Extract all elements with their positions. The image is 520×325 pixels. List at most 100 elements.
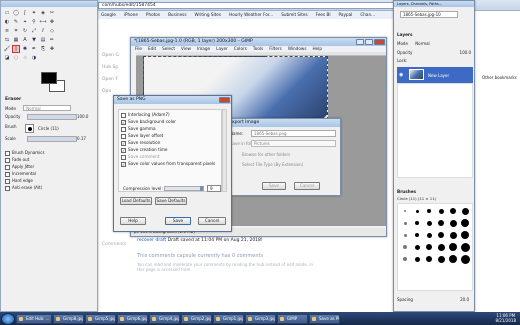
fuzzy-select-tool-icon[interactable]: ✦ [30,9,38,17]
checkbox[interactable] [5,164,10,170]
scale-tool-icon[interactable]: ⤢ [30,27,38,35]
tool-option[interactable]: Hard edge [5,177,95,184]
brush-swatch[interactable] [400,254,410,264]
brush-swatch[interactable] [412,254,422,264]
airbrush-tool-icon[interactable]: ✺ [21,45,29,53]
ink-tool-icon[interactable]: ✒ [30,45,38,53]
brush-swatch[interactable] [436,254,446,264]
taskbar-item[interactable]: Edit Hub: ... [16,313,52,324]
brush-grid[interactable] [397,203,473,291]
brush-swatch[interactable] [460,230,470,240]
brush-swatch[interactable] [436,218,446,228]
minimize-button[interactable] [356,39,364,45]
taskbar-item[interactable]: Gimp6.jpg [117,313,148,324]
export-name-field[interactable]: 1865-Sebas.png [251,130,336,137]
rect-select-tool-icon[interactable]: ▭ [3,9,11,17]
brush-swatch[interactable] [400,206,410,216]
mode-combo[interactable]: Normal [23,105,72,111]
brush-swatch[interactable] [448,218,458,228]
brush-swatch[interactable] [412,230,422,240]
color-picker-tool-icon[interactable]: ⌖ [21,18,29,26]
dodge-tool-icon[interactable]: ◑ [30,54,38,62]
blur-tool-icon[interactable]: ◌ [12,54,20,62]
brush-swatch[interactable] [424,206,434,216]
taskbar-item[interactable]: Gimp1.jpg [213,313,244,324]
brush-swatch[interactable] [400,230,410,240]
layers-opacity-value[interactable]: 100.0 [460,50,471,55]
eye-icon[interactable]: ◉ [399,72,403,78]
scissors-tool-icon[interactable]: ✂ [48,9,56,17]
png-option[interactable]: ✓ Save resolution [121,139,219,146]
checkbox[interactable] [121,154,126,160]
tool-option[interactable]: Fade out [5,156,95,163]
checkbox[interactable] [5,150,10,156]
checkbox[interactable] [5,157,10,163]
checkbox[interactable]: ✓ [121,147,126,153]
brush-swatch[interactable] [448,230,458,240]
bookmark-item[interactable]: Photos [146,11,160,19]
brush-swatch[interactable] [400,218,410,228]
checkbox[interactable] [5,178,10,184]
image-combo[interactable]: 1865-Sebas.jpg-10 [400,11,458,18]
color-select-tool-icon[interactable]: ◈ [39,9,47,17]
layers-mode-value[interactable]: Normal [415,41,429,46]
png-option[interactable]: ✓ Save background color [121,118,219,125]
zoom-tool-icon[interactable]: ⚲ [30,18,38,26]
brush-swatch[interactable] [412,206,422,216]
text-tool-icon[interactable]: A [21,36,29,44]
lasso-tool-icon[interactable]: ʃ [21,9,29,17]
close-button[interactable] [374,39,385,45]
checkbox[interactable]: ✓ [121,161,126,167]
checkbox[interactable] [5,171,10,177]
taskbar-item[interactable]: Gimp8.jpg [53,313,84,324]
tool-option[interactable]: Apply Jitter [5,163,95,170]
png-option[interactable]: ✓ Save color values from transparent pixe… [121,160,219,167]
layer-row[interactable]: ◉ New Layer [397,67,473,83]
ellipse-select-tool-icon[interactable]: ◯ [12,9,20,17]
foreground-color-swatch[interactable] [41,72,57,84]
shear-tool-icon[interactable]: ⫽ [39,27,47,35]
crop-tool-icon[interactable]: ⌗ [12,27,20,35]
perspective-clone-tool-icon[interactable]: ◪ [3,54,11,62]
blend-tool-icon[interactable]: ▤ [39,36,47,44]
brush-swatch[interactable] [424,218,434,228]
checkbox[interactable] [121,112,126,118]
bookmark-item[interactable]: Paypal [339,11,353,19]
clone-tool-icon[interactable]: ⎘ [39,45,47,53]
brush-swatch[interactable] [436,230,446,240]
move-tool-icon[interactable]: ✥ [48,18,56,26]
tool-option[interactable]: Incremental [5,170,95,177]
opacity-slider[interactable] [27,114,77,120]
heal-tool-icon[interactable]: ✚ [48,45,56,53]
png-scrollbar[interactable] [222,109,227,192]
checkbox[interactable]: ✓ [121,140,126,146]
png-close-button[interactable] [219,97,230,103]
recover-draft-link[interactable]: recover draft [137,238,166,243]
bookmark-item[interactable]: Hourly Weather For... [229,11,273,19]
brush-swatch[interactable] [460,206,470,216]
taskbar-item[interactable]: Gimp2.jpg [181,313,212,324]
brush-swatch[interactable] [460,242,470,252]
pencil-tool-icon[interactable]: ✏ [48,36,56,44]
start-button[interactable] [1,312,15,325]
bookmark-item[interactable]: Chan... [360,11,375,19]
spacing-value[interactable]: 20.0 [460,297,469,302]
brush-swatch[interactable] [436,206,446,216]
brush-swatch[interactable] [412,218,422,228]
browse-folders[interactable]: Browse for other folders [242,152,290,157]
checkbox[interactable] [5,185,10,191]
png-option[interactable]: Save gamma [121,125,219,132]
maximize-button[interactable] [365,39,373,45]
taskbar-item[interactable]: Gimp3.jpg [245,313,276,324]
bookmark-item[interactable]: Submit Sites [281,11,307,19]
bookmark-item[interactable]: Business [168,11,186,19]
brush-swatch[interactable] [448,242,458,252]
compression-slider[interactable] [164,186,204,191]
brush-swatch[interactable] [448,206,458,216]
png-option[interactable]: Save layer offset [121,132,219,139]
paintbrush-tool-icon[interactable]: 🖌 [3,45,11,53]
png-option[interactable]: Save comment [121,153,219,160]
save-defaults-button[interactable]: Save Defaults [155,197,187,205]
scale-slider[interactable] [27,136,77,142]
rotate-tool-icon[interactable]: ↻ [21,27,29,35]
